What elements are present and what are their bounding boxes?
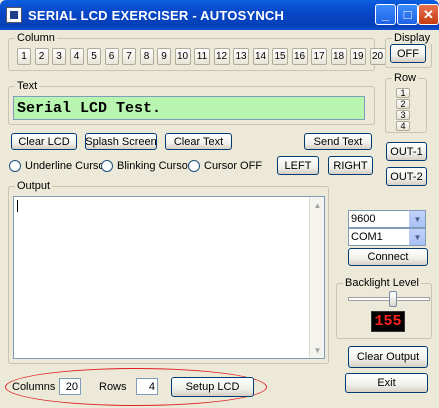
radio-circle [101, 160, 113, 172]
out1-button[interactable]: OUT-1 [386, 142, 427, 161]
row-group-label: Row [392, 72, 419, 84]
column-button-3[interactable]: 3 [52, 48, 66, 65]
output-group-label: Output [15, 180, 53, 192]
left-button[interactable]: LEFT [277, 156, 319, 175]
display-off-button[interactable]: OFF [390, 44, 426, 63]
cursor-off-label: Cursor OFF [204, 160, 263, 172]
radio-circle [9, 160, 21, 172]
column-button-1[interactable]: 1 [17, 48, 31, 65]
blinking-cursor-radio[interactable]: Blinking Cursor [101, 160, 192, 172]
right-button[interactable]: RIGHT [328, 156, 373, 175]
column-button-16[interactable]: 16 [291, 48, 308, 65]
close-button[interactable]: ✕ [418, 4, 439, 25]
clear-output-button[interactable]: Clear Output [348, 346, 428, 368]
row-button-2[interactable]: 2 [396, 99, 410, 109]
column-group-label: Column [15, 32, 57, 44]
backlight-level-display: 155 [371, 311, 405, 332]
column-button-5[interactable]: 5 [87, 48, 101, 65]
clear-lcd-button[interactable]: Clear LCD [11, 133, 77, 150]
column-button-6[interactable]: 6 [104, 48, 119, 65]
column-button-11[interactable]: 11 [194, 48, 210, 65]
column-button-2[interactable]: 2 [34, 48, 49, 65]
baud-rate-value: 9600 [351, 213, 376, 225]
chevron-down-icon[interactable]: ▼ [409, 229, 425, 245]
app-icon [6, 7, 22, 23]
title-bar: SERIAL LCD EXERCISER - AUTOSYNCH _ □ ✕ [0, 0, 439, 30]
rows-label: Rows [99, 381, 127, 393]
column-button-7[interactable]: 7 [122, 48, 136, 65]
rows-input[interactable]: 4 [136, 378, 158, 395]
column-button-13[interactable]: 13 [233, 48, 249, 65]
row-button-3[interactable]: 3 [396, 110, 410, 120]
setup-lcd-button[interactable]: Setup LCD [171, 377, 254, 397]
com-port-select[interactable]: COM1 ▼ [348, 228, 426, 246]
column-button-14[interactable]: 14 [252, 48, 269, 65]
column-button-15[interactable]: 15 [272, 48, 288, 65]
maximize-button[interactable]: □ [397, 4, 418, 25]
column-button-20[interactable]: 20 [369, 48, 386, 65]
column-button-18[interactable]: 18 [330, 48, 347, 65]
exit-button[interactable]: Exit [345, 373, 428, 393]
scroll-up-arrow-icon[interactable]: ▲ [311, 198, 324, 212]
column-button-17[interactable]: 17 [311, 48, 327, 65]
row-button-1[interactable]: 1 [396, 88, 410, 98]
chevron-down-icon[interactable]: ▼ [409, 211, 425, 227]
column-button-8[interactable]: 8 [139, 48, 154, 65]
backlight-slider-thumb[interactable] [389, 291, 398, 307]
send-text-button[interactable]: Send Text [304, 133, 372, 150]
display-group-label: Display [392, 32, 433, 44]
column-button-12[interactable]: 12 [213, 48, 230, 65]
output-textarea[interactable]: ▲ ▼ [13, 196, 325, 359]
connect-button[interactable]: Connect [348, 248, 428, 266]
splash-screen-button[interactable]: Splash Screen [85, 133, 157, 150]
column-button-9[interactable]: 9 [157, 48, 171, 65]
column-button-4[interactable]: 4 [69, 48, 84, 65]
row-button-4[interactable]: 4 [396, 121, 410, 131]
output-scrollbar[interactable]: ▲ ▼ [309, 197, 324, 358]
text-caret [17, 200, 18, 212]
columns-label: Columns [12, 381, 56, 393]
window-title: SERIAL LCD EXERCISER - AUTOSYNCH [28, 8, 285, 23]
minimize-button[interactable]: _ [375, 4, 396, 25]
cursor-off-radio[interactable]: Cursor OFF [188, 160, 262, 172]
com-port-value: COM1 [351, 231, 383, 243]
column-button-19[interactable]: 19 [350, 48, 366, 65]
text-group-label: Text [15, 80, 40, 92]
blinking-cursor-label: Blinking Cursor [117, 160, 192, 172]
underline-cursor-label: Underline Cursor [25, 160, 109, 172]
underline-cursor-radio[interactable]: Underline Cursor [9, 160, 108, 172]
column-button-10[interactable]: 10 [174, 48, 191, 65]
backlight-group-label: Backlight Level [343, 277, 421, 289]
scroll-down-arrow-icon[interactable]: ▼ [311, 343, 324, 357]
radio-circle [188, 160, 200, 172]
clear-text-button[interactable]: Clear Text [165, 133, 232, 150]
columns-input[interactable]: 20 [59, 378, 81, 395]
baud-rate-select[interactable]: 9600 ▼ [348, 210, 426, 228]
lcd-text-input[interactable]: Serial LCD Test. [13, 96, 365, 120]
out2-button[interactable]: OUT-2 [386, 167, 427, 186]
